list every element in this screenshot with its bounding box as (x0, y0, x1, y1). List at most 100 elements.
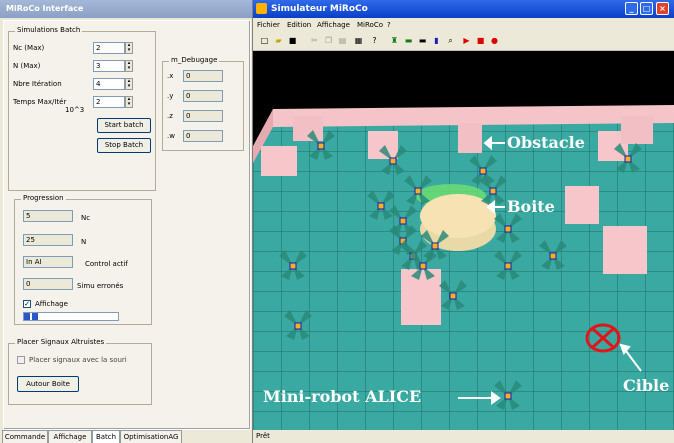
n-max-input[interactable]: 3 (93, 60, 125, 72)
simulator-title-bar: Simulateur MiRoCo _ □ × (253, 0, 674, 18)
debug-w-label: .w (167, 132, 175, 140)
start-batch-button[interactable]: Start batch (97, 118, 151, 133)
stripe-tool-icon[interactable]: ▬ (403, 35, 414, 46)
mini-robot (479, 167, 487, 175)
n-max-label: N (Max) (13, 62, 41, 70)
mini-robot (419, 262, 427, 270)
obstacle-box (621, 116, 653, 144)
menu-bar: Fichier Edition Affichage MiRoCo ? (253, 18, 674, 32)
menu-miroco[interactable]: MiRoCo (357, 18, 383, 32)
tab-commande[interactable]: Commande (2, 430, 48, 443)
new-file-icon[interactable]: □ (259, 35, 270, 46)
robot-tool-icon[interactable]: ♜ (389, 35, 400, 46)
display-checkbox[interactable]: ✓ (23, 300, 31, 308)
menu-help[interactable]: ? (387, 18, 391, 32)
mini-robot (504, 262, 512, 270)
mini-robot (414, 187, 422, 195)
nc-max-stepper[interactable]: ▴ ▾ (125, 42, 133, 54)
scene-svg (253, 51, 674, 430)
stop-batch-button[interactable]: Stop Batch (97, 138, 151, 153)
simulation-viewport[interactable]: Obstacle Boite Cible Mini-robot ALICE (253, 51, 674, 430)
status-text: Prêt (256, 432, 270, 440)
play-icon[interactable]: ▶ (461, 35, 472, 46)
simulator-title: Simulateur MiRoCo (271, 4, 368, 14)
progress-group: Progression 5 Nc 25 N In AI Control acti… (14, 194, 152, 325)
mini-robot (624, 155, 632, 163)
record-icon[interactable]: ● (489, 35, 500, 46)
paste-icon[interactable]: ▤ (337, 35, 348, 46)
batch-group-label: Simulations Batch (15, 26, 83, 34)
miroco-interface-window: MiRoCo Interface Simulations Batch Nc (M… (0, 0, 253, 443)
zoom-icon[interactable]: ⌕ (445, 35, 456, 46)
n-max-stepper[interactable]: ▴ ▾ (125, 60, 133, 72)
max-time-input[interactable]: 2 (93, 96, 125, 108)
cible-annotation: Cible (623, 376, 670, 395)
copy-icon[interactable]: ❐ (323, 35, 334, 46)
obstacle-box (458, 123, 482, 153)
around-box-button[interactable]: Autour Boite (17, 376, 79, 392)
obstacle-box (368, 131, 398, 159)
max-time-stepper[interactable]: ▴ ▾ (125, 96, 133, 108)
status-bar: Prêt (253, 430, 674, 443)
mini-robot (504, 225, 512, 233)
mini-robot (431, 242, 439, 250)
debug-group: m_Debugage .x 0 .y 0 .z 0 .w 0 (162, 56, 244, 151)
obstacle-box (603, 226, 647, 274)
minimize-button[interactable]: _ (625, 2, 638, 15)
save-icon[interactable]: ■ (287, 35, 298, 46)
max-time-label: Temps Max/Itér (13, 98, 67, 106)
debug-group-label: m_Debugage (169, 56, 220, 64)
batch-group: Simulations Batch Nc (Max) 2 ▴ ▾ N (Max) … (8, 26, 156, 191)
boite-annotation: Boite (507, 197, 555, 216)
debug-x-field: 0 (183, 70, 223, 82)
nc-max-label: Nc (Max) (13, 44, 45, 52)
errors-label: Simu erronés (77, 282, 124, 290)
mini-robot (399, 217, 407, 225)
debug-z-field: 0 (183, 110, 223, 122)
menu-edition[interactable]: Edition (287, 18, 311, 32)
open-folder-icon[interactable]: ▰ (273, 35, 284, 46)
blue-bar-icon[interactable]: ▮ (431, 35, 442, 46)
control-panel: Simulations Batch Nc (Max) 2 ▴ ▾ N (Max) … (3, 20, 251, 430)
cut-icon[interactable]: ✂ (309, 35, 320, 46)
stop-icon[interactable]: ■ (475, 35, 486, 46)
close-button[interactable]: × (656, 2, 669, 15)
n-progress-label: N (81, 238, 87, 246)
debug-w-field: 0 (183, 130, 223, 142)
mini-robot (289, 262, 297, 270)
print-icon[interactable]: ▦ (353, 35, 364, 46)
robot-annotation: Mini-robot ALICE (263, 387, 422, 406)
mouse-signal-label: Placer signaux avec la souri (29, 356, 127, 364)
progress-fill (24, 313, 39, 320)
tab-optimisation[interactable]: OptimisationAG (120, 430, 182, 443)
iterations-input[interactable]: 4 (93, 78, 125, 90)
maximize-button[interactable]: □ (640, 2, 653, 15)
iterations-label: Nbre Itération (13, 80, 62, 88)
simulator-window: Simulateur MiRoCo _ □ × Fichier Edition … (253, 0, 674, 443)
tab-batch[interactable]: Batch (92, 430, 120, 443)
iterations-stepper[interactable]: ▴ ▾ (125, 78, 133, 90)
nc-max-input[interactable]: 2 (93, 42, 125, 54)
mini-robot (317, 142, 325, 150)
debug-y-field: 0 (183, 90, 223, 102)
mini-robot (489, 187, 497, 195)
tab-affichage[interactable]: Affichage (48, 430, 92, 443)
window-title: MiRoCo Interface (0, 0, 252, 18)
nc-progress-field: 5 (23, 210, 73, 222)
menu-affichage[interactable]: Affichage (317, 18, 350, 32)
signals-group: Placer Signaux Altruistes Placer signaux… (8, 338, 152, 405)
nc-progress-label: Nc (81, 214, 91, 222)
errors-field: 0 (23, 278, 73, 290)
debug-y-label: .y (167, 92, 174, 100)
mouse-signal-checkbox[interactable] (17, 356, 25, 364)
obstacle-annotation: Obstacle (507, 133, 585, 152)
progress-bar (23, 312, 119, 321)
max-time-unit: 10^3 (65, 106, 85, 114)
menu-fichier[interactable]: Fichier (257, 18, 280, 32)
mini-robot (449, 292, 457, 300)
obstacle-box (401, 269, 441, 325)
help-icon[interactable]: ? (369, 35, 380, 46)
bar-tool-icon[interactable]: ▬ (417, 35, 428, 46)
obstacle-box (293, 116, 323, 141)
debug-z-label: .z (167, 112, 173, 120)
